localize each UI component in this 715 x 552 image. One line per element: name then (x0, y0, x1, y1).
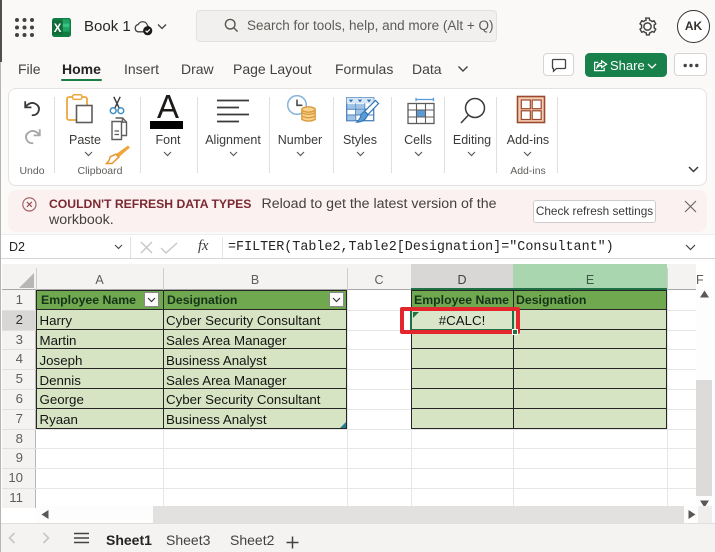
svg-text:X: X (54, 23, 62, 35)
